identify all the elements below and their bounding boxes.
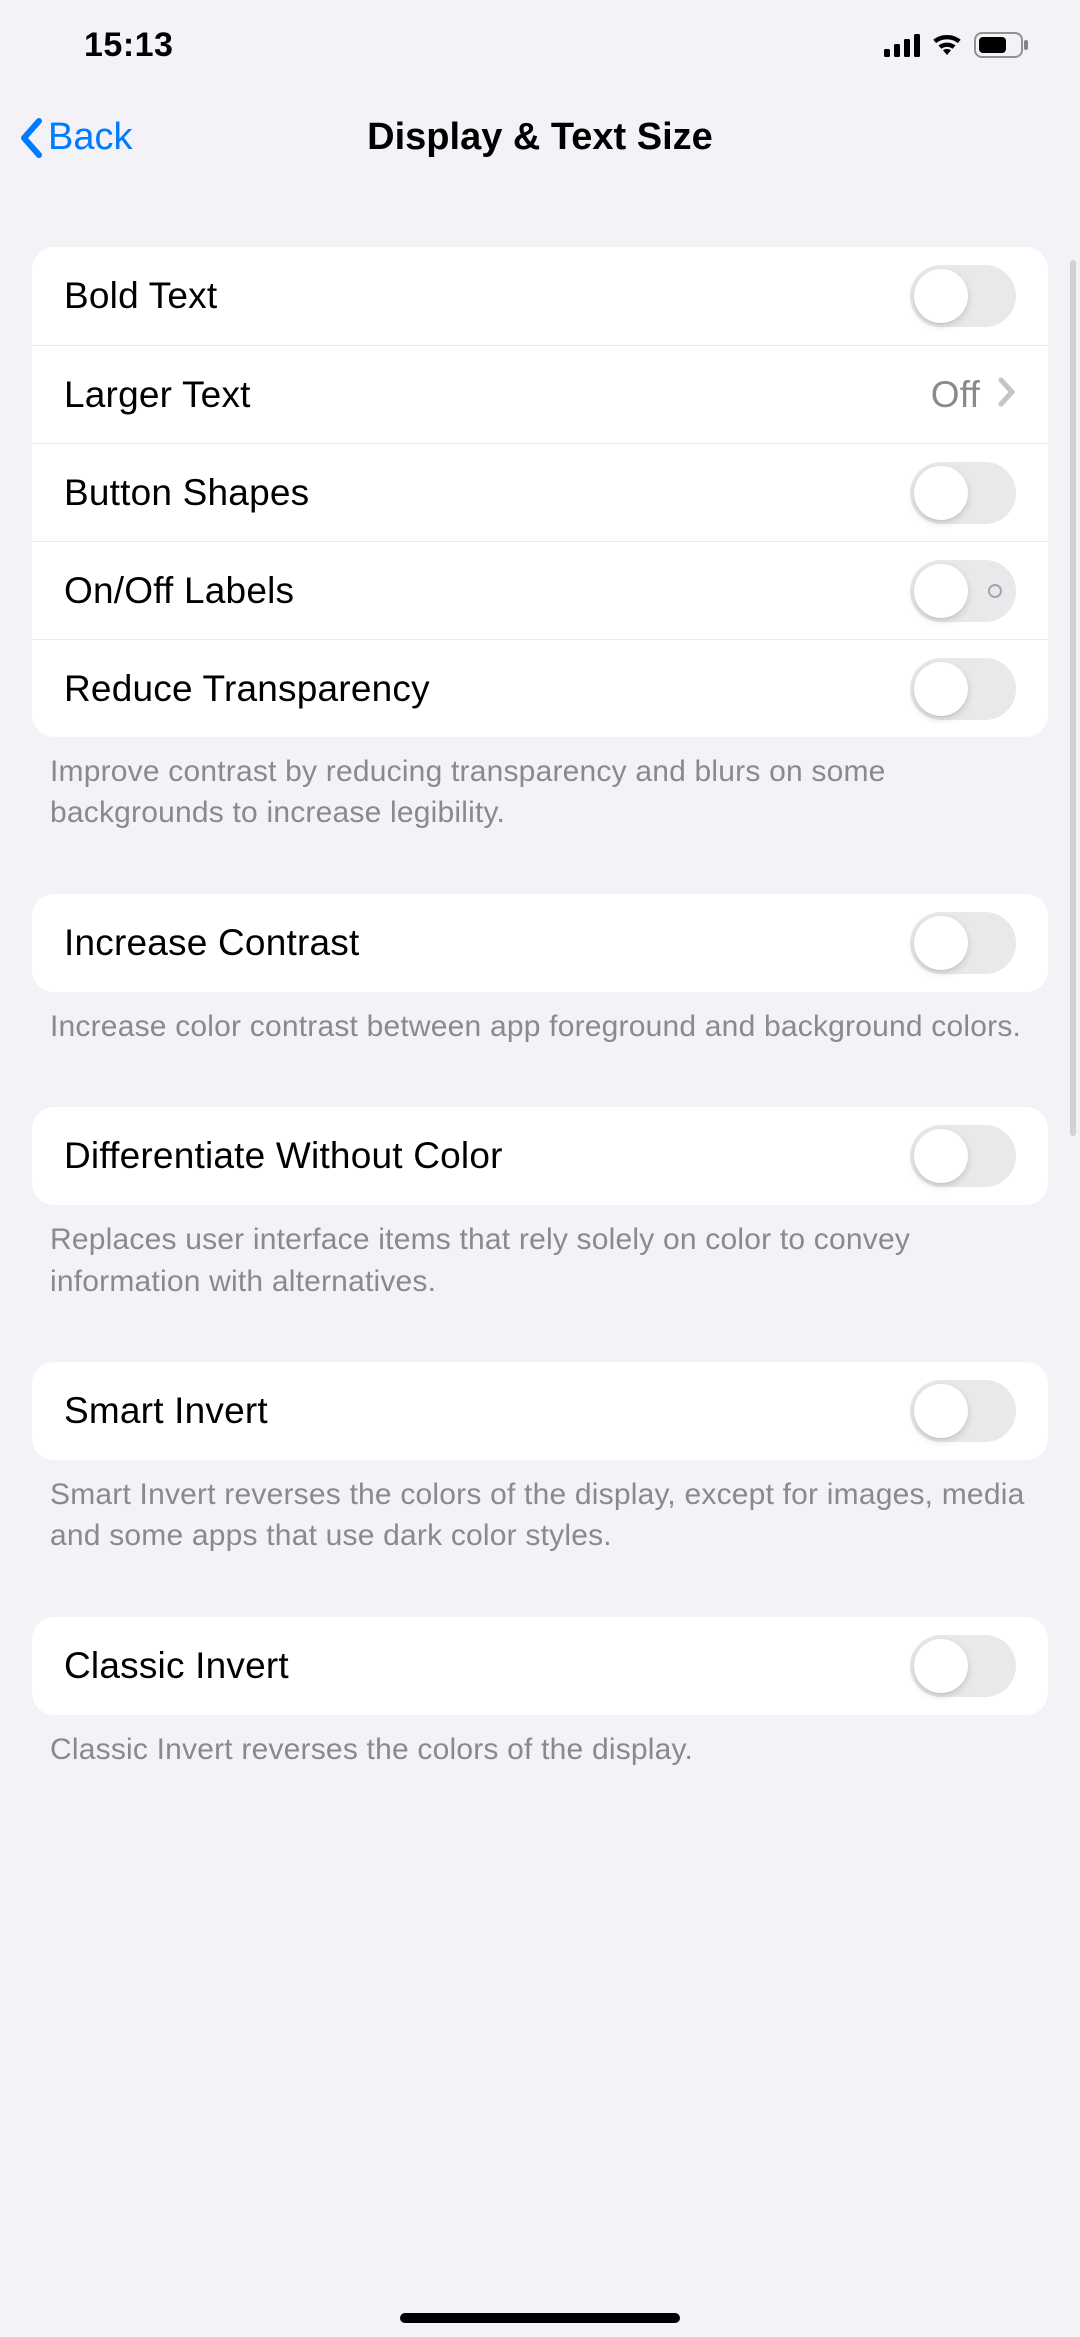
row-bold-text[interactable]: Bold Text <box>32 247 1048 345</box>
status-indicators <box>884 32 1030 58</box>
row-smart-invert[interactable]: Smart Invert <box>32 1362 1048 1460</box>
back-label: Back <box>48 116 132 159</box>
wifi-icon <box>930 33 964 57</box>
row-differentiate-without-color[interactable]: Differentiate Without Color <box>32 1107 1048 1205</box>
row-classic-invert[interactable]: Classic Invert <box>32 1617 1048 1715</box>
row-label: Bold Text <box>64 275 217 317</box>
toggle-on-off-labels[interactable] <box>910 560 1016 622</box>
chevron-left-icon <box>18 117 44 159</box>
row-larger-text[interactable]: Larger Text Off <box>32 345 1048 443</box>
content: Bold Text Larger Text Off Button Shapes … <box>0 185 1080 1770</box>
scroll-indicator[interactable] <box>1070 260 1076 1136</box>
row-label: Button Shapes <box>64 472 309 514</box>
row-label: Smart Invert <box>64 1390 268 1432</box>
back-button[interactable]: Back <box>18 116 132 159</box>
toggle-reduce-transparency[interactable] <box>910 658 1016 720</box>
footer-increase-contrast: Increase color contrast between app fore… <box>0 992 1080 1047</box>
toggle-classic-invert[interactable] <box>910 1635 1016 1697</box>
toggle-bold-text[interactable] <box>910 265 1016 327</box>
row-label: On/Off Labels <box>64 570 294 612</box>
on-off-indicator-icon <box>988 584 1002 598</box>
footer-differentiate: Replaces user interface items that rely … <box>0 1205 1080 1302</box>
chevron-right-icon <box>998 374 1016 416</box>
larger-text-value: Off <box>931 374 980 416</box>
home-indicator[interactable] <box>400 2313 680 2323</box>
settings-group-display: Bold Text Larger Text Off Button Shapes … <box>32 247 1048 737</box>
toggle-button-shapes[interactable] <box>910 462 1016 524</box>
footer-reduce-transparency: Improve contrast by reducing transparenc… <box>0 737 1080 834</box>
page-title: Display & Text Size <box>367 116 713 159</box>
status-time: 15:13 <box>84 26 173 65</box>
toggle-differentiate-without-color[interactable] <box>910 1125 1016 1187</box>
cellular-icon <box>884 33 920 57</box>
settings-group-differentiate: Differentiate Without Color <box>32 1107 1048 1205</box>
row-reduce-transparency[interactable]: Reduce Transparency <box>32 639 1048 737</box>
toggle-increase-contrast[interactable] <box>910 912 1016 974</box>
settings-group-contrast: Increase Contrast <box>32 894 1048 992</box>
row-on-off-labels[interactable]: On/Off Labels <box>32 541 1048 639</box>
row-label: Reduce Transparency <box>64 668 430 710</box>
row-label: Increase Contrast <box>64 922 359 964</box>
settings-group-classic-invert: Classic Invert <box>32 1617 1048 1715</box>
row-label: Larger Text <box>64 374 251 416</box>
row-label: Differentiate Without Color <box>64 1135 503 1177</box>
battery-icon <box>974 32 1030 58</box>
nav-bar: Back Display & Text Size <box>0 90 1080 185</box>
toggle-smart-invert[interactable] <box>910 1380 1016 1442</box>
row-button-shapes[interactable]: Button Shapes <box>32 443 1048 541</box>
row-accessory: Off <box>931 374 1016 416</box>
footer-smart-invert: Smart Invert reverses the colors of the … <box>0 1460 1080 1557</box>
status-bar: 15:13 <box>0 0 1080 90</box>
footer-classic-invert: Classic Invert reverses the colors of th… <box>0 1715 1080 1770</box>
row-label: Classic Invert <box>64 1645 289 1687</box>
row-increase-contrast[interactable]: Increase Contrast <box>32 894 1048 992</box>
settings-group-smart-invert: Smart Invert <box>32 1362 1048 1460</box>
